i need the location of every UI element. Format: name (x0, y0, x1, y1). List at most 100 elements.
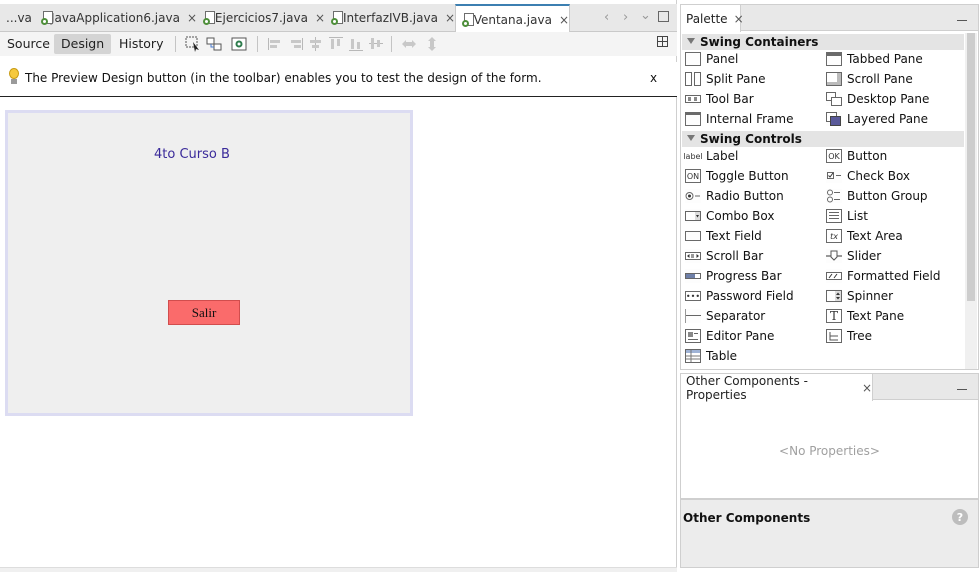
palette-item-button-group[interactable]: Button Group (826, 187, 928, 205)
internal-frame-icon (685, 112, 701, 126)
tab-label: ...va (6, 11, 32, 25)
other-components-title: Other Components (683, 511, 811, 525)
maximize-icon[interactable] (658, 11, 669, 22)
palette-item-tool-bar[interactable]: Tool Bar (685, 90, 754, 108)
palette-item-check-box[interactable]: Check Box (826, 167, 910, 185)
minimize-icon[interactable] (957, 20, 967, 21)
center-horizontally-icon[interactable] (308, 36, 324, 52)
align-top-icon[interactable] (328, 36, 344, 52)
align-right-icon[interactable] (288, 36, 304, 52)
selection-mode-icon[interactable] (185, 36, 201, 52)
palette-item-table[interactable]: Table (685, 347, 737, 365)
palette-item-desktop-pane[interactable]: Desktop Pane (826, 90, 929, 108)
palette-item-button[interactable]: OK Button (826, 147, 887, 165)
palette-item-scroll-bar[interactable]: Scroll Bar (685, 247, 763, 265)
form-label[interactable]: 4to Curso B (154, 147, 230, 162)
tab-palette[interactable]: Palette × (681, 5, 744, 32)
palette-item-label: Check Box (847, 169, 911, 183)
split-pane-icon (685, 72, 701, 86)
palette-item-split-pane[interactable]: Split Pane (685, 70, 765, 88)
palette-item-text-field[interactable]: Text Field (685, 227, 762, 245)
palette-item-label: Password Field (706, 289, 794, 303)
toggle-button-icon: ON (685, 169, 701, 183)
help-icon[interactable]: ? (952, 509, 968, 525)
palette-item-combo-box[interactable]: Combo Box (685, 207, 775, 225)
change-vertical-resizability-icon[interactable] (424, 36, 440, 52)
tab-other-components-properties[interactable]: Other Components - Properties × (681, 374, 873, 402)
tree-icon (826, 329, 842, 343)
info-close-button[interactable]: x (650, 71, 657, 85)
palette-item-formatted-field[interactable]: Formatted Field (826, 267, 941, 285)
chevron-down-icon[interactable]: ⌄ (640, 8, 651, 23)
jframe-form[interactable]: 4to Curso B Salir (5, 110, 413, 416)
table-icon (685, 349, 701, 363)
section-swing-containers[interactable]: Swing Containers (682, 34, 964, 50)
scroll-left-icon[interactable]: ‹ (604, 10, 609, 25)
history-button[interactable]: History (112, 34, 170, 54)
slider-icon (826, 249, 842, 263)
tab-ejercicios7[interactable]: Ejercicios7.java × (197, 4, 325, 32)
palette-item-label: Layered Pane (847, 112, 929, 126)
close-icon[interactable]: × (187, 11, 197, 25)
center-vertically-icon[interactable] (368, 36, 384, 52)
palette-item-separator[interactable]: Separator (685, 307, 765, 325)
source-button[interactable]: Source (0, 34, 57, 54)
other-components-description: Other Components ? (680, 499, 979, 568)
palette-item-tree[interactable]: Tree (826, 327, 872, 345)
palette-item-slider[interactable]: Slider (826, 247, 881, 265)
password-field-icon: ••• (685, 291, 701, 301)
tab-ventana[interactable]: Ventana.java × (455, 4, 570, 33)
palette-item-panel[interactable]: Panel (685, 50, 738, 68)
align-left-icon[interactable] (267, 36, 283, 52)
palette-item-tabbed-pane[interactable]: Tabbed Pane (826, 50, 923, 68)
editor-tab-bar: ...va JavaApplication6.java × Ejercicios… (0, 4, 677, 33)
design-button[interactable]: Design (54, 34, 112, 54)
section-swing-controls[interactable]: Swing Controls (682, 131, 964, 147)
tab-truncated[interactable]: ...va (0, 4, 35, 32)
preview-design-icon[interactable] (231, 36, 247, 52)
expand-icon[interactable] (657, 36, 673, 52)
ide-window: ...va JavaApplication6.java × Ejercicios… (0, 0, 979, 572)
minimize-icon[interactable] (957, 389, 967, 390)
design-canvas[interactable]: 4to Curso B Salir (0, 98, 676, 572)
palette-item-text-pane[interactable]: T Text Pane (826, 307, 904, 325)
close-icon[interactable]: × (315, 11, 325, 25)
palette-item-scroll-pane[interactable]: Scroll Pane (826, 70, 913, 88)
palette-item-label: Text Pane (847, 309, 905, 323)
properties-panel: Other Components - Properties × <No Prop… (680, 373, 979, 499)
close-icon[interactable]: × (734, 12, 744, 26)
palette-item-list[interactable]: List (826, 207, 868, 225)
palette-item-radio-button[interactable]: Radio Button (685, 187, 784, 205)
change-horizontal-resizability-icon[interactable] (401, 36, 417, 52)
label-icon: label (683, 151, 703, 161)
palette-item-toggle-button[interactable]: ON Toggle Button (685, 167, 789, 185)
toolbar-separator (257, 36, 258, 52)
palette-panel: Palette × Swing Containers Panel Tabbed … (680, 4, 979, 370)
editor-area: ...va JavaApplication6.java × Ejercicios… (0, 0, 677, 572)
check-box-icon (826, 169, 842, 183)
palette-scrollbar[interactable] (965, 33, 977, 369)
tab-javaapplication6[interactable]: JavaApplication6.java × (35, 4, 197, 32)
close-icon[interactable]: × (862, 381, 872, 395)
palette-item-editor-pane[interactable]: Editor Pane (685, 327, 774, 345)
connection-mode-icon[interactable] (206, 36, 222, 52)
palette-item-layered-pane[interactable]: Layered Pane (826, 110, 928, 128)
close-icon[interactable]: × (445, 11, 455, 25)
tab-interfazivb[interactable]: InterfazIVB.java × (325, 4, 455, 32)
palette-item-internal-frame[interactable]: Internal Frame (685, 110, 793, 128)
palette-item-text-area[interactable]: tx Text Area (826, 227, 903, 245)
palette-item-spinner[interactable]: Spinner (826, 287, 893, 305)
close-icon[interactable]: × (559, 13, 569, 27)
scroll-right-icon[interactable]: › (623, 10, 628, 25)
toolbar-separator (175, 36, 176, 52)
panel-icon (685, 52, 701, 66)
align-bottom-icon[interactable] (348, 36, 364, 52)
palette-item-progress-bar[interactable]: Progress Bar (685, 267, 782, 285)
info-message: The Preview Design button (in the toolba… (25, 71, 542, 85)
palette-item-label: Scroll Pane (847, 72, 913, 86)
salir-button[interactable]: Salir (168, 300, 240, 325)
scrollbar-thumb[interactable] (967, 33, 975, 301)
palette-item-label[interactable]: label Label (683, 147, 738, 165)
palette-item-password-field[interactable]: ••• Password Field (685, 287, 794, 305)
design-toolbar: Source Design History (0, 32, 677, 56)
